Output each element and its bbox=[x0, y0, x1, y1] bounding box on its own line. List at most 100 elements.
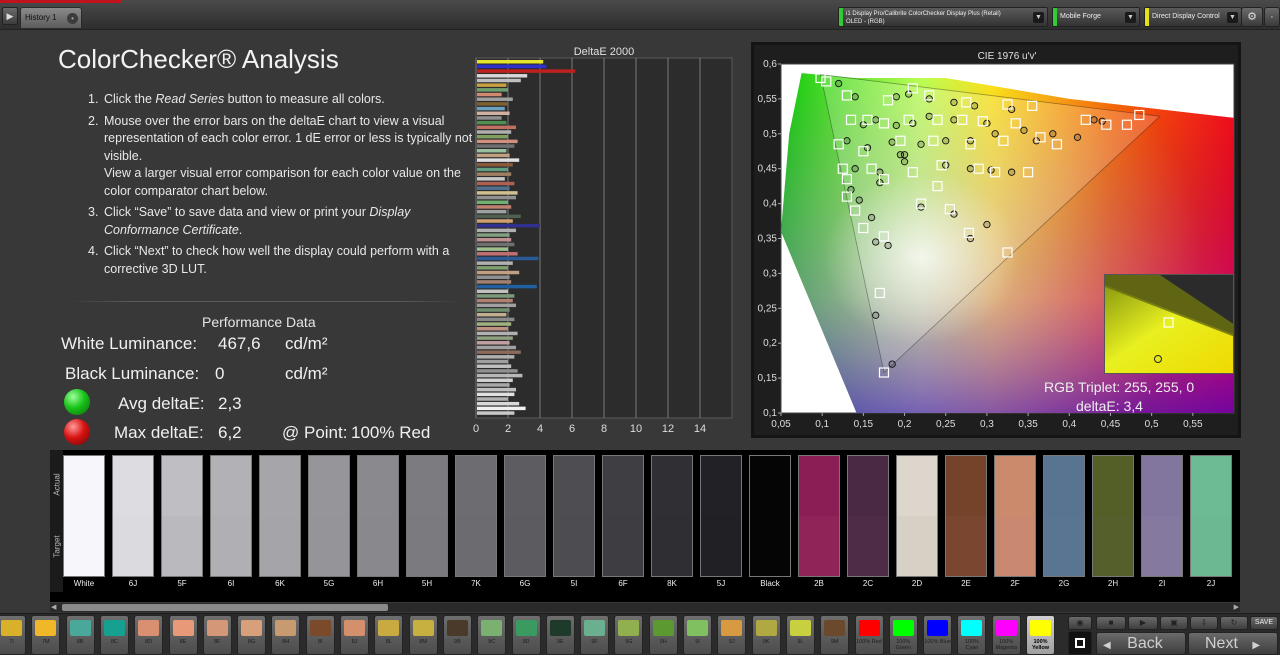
comparator-swatch[interactable] bbox=[896, 455, 938, 577]
deltae-bar[interactable] bbox=[477, 298, 513, 303]
deltae-bar[interactable] bbox=[477, 125, 516, 130]
patch-button[interactable]: 8L bbox=[374, 615, 404, 655]
deltae-bar[interactable] bbox=[477, 397, 508, 401]
deltae-bar[interactable] bbox=[477, 350, 521, 354]
patch-button[interactable]: 9I bbox=[683, 615, 712, 655]
deltae-bar[interactable] bbox=[477, 345, 516, 350]
deltae-bar[interactable] bbox=[477, 97, 513, 101]
scrollbar-thumb[interactable] bbox=[62, 604, 388, 611]
deltae-bar[interactable] bbox=[477, 219, 513, 223]
deltae-bar[interactable] bbox=[477, 92, 502, 97]
deltae-bar[interactable] bbox=[477, 247, 508, 251]
deltae-bar[interactable] bbox=[477, 60, 544, 64]
patch-button[interactable]: 9K bbox=[751, 615, 781, 655]
deltae-bar[interactable] bbox=[477, 205, 512, 209]
deltae-bar[interactable] bbox=[477, 322, 512, 326]
comparator-swatch[interactable] bbox=[553, 455, 595, 577]
deltae-bar[interactable] bbox=[477, 312, 507, 317]
deltae-bar[interactable] bbox=[477, 401, 520, 406]
scroll-left-icon[interactable]: ◀ bbox=[51, 603, 56, 611]
deltae-bar[interactable] bbox=[477, 331, 518, 336]
deltae-bar[interactable] bbox=[477, 177, 505, 181]
deltae-bar[interactable] bbox=[477, 270, 520, 275]
comparator-swatch[interactable] bbox=[259, 455, 301, 577]
patch-button[interactable]: 9J bbox=[717, 615, 747, 655]
deltae-bar[interactable] bbox=[477, 336, 513, 340]
deltae-bar[interactable] bbox=[477, 78, 521, 83]
deltae-bar[interactable] bbox=[477, 181, 515, 186]
patch-button[interactable]: 9F bbox=[580, 615, 610, 655]
play-icon[interactable]: ▶ bbox=[2, 7, 18, 25]
patch-button[interactable]: 8B bbox=[65, 615, 95, 655]
deltae-bar[interactable] bbox=[477, 359, 508, 364]
deltae-bar[interactable] bbox=[477, 186, 510, 190]
deltae-bar[interactable] bbox=[477, 406, 526, 411]
patch-button[interactable]: 100% Cyan bbox=[957, 615, 987, 655]
patch-button[interactable]: 100% Green bbox=[888, 615, 918, 655]
patch-button[interactable]: 8D bbox=[134, 615, 164, 655]
deltae-bar[interactable] bbox=[477, 149, 507, 153]
patch-button[interactable]: 100% Magenta bbox=[991, 615, 1021, 655]
comparator-swatch[interactable] bbox=[161, 455, 203, 577]
deltae-bar[interactable] bbox=[477, 387, 516, 392]
patch-button[interactable]: 100% Blue bbox=[923, 615, 953, 655]
stop-square-icon[interactable]: ■ bbox=[1096, 616, 1126, 630]
deltae-bar[interactable] bbox=[477, 303, 516, 308]
comparator-swatch[interactable] bbox=[210, 455, 252, 577]
deltae-bar[interactable] bbox=[477, 327, 508, 331]
deltae-bar[interactable] bbox=[477, 116, 502, 120]
close-icon[interactable]: • bbox=[67, 13, 78, 24]
patch-button[interactable]: 8I bbox=[305, 615, 335, 655]
back-button[interactable]: ◀ Back bbox=[1096, 632, 1186, 655]
comparator-swatch[interactable] bbox=[700, 455, 742, 577]
comparator-swatch[interactable] bbox=[1043, 455, 1085, 577]
deltae-bar[interactable] bbox=[477, 238, 512, 242]
deltae-bar[interactable] bbox=[477, 242, 515, 247]
patch-button[interactable]: 9D bbox=[511, 615, 541, 655]
deltae-bar[interactable] bbox=[477, 294, 515, 298]
comparator-swatch[interactable] bbox=[63, 455, 105, 577]
comparator-swatch[interactable] bbox=[112, 455, 154, 577]
deltae-bar[interactable] bbox=[477, 266, 508, 270]
deltae-bar[interactable] bbox=[477, 83, 507, 87]
comparator-scrollbar[interactable]: ◀ ▶ bbox=[50, 603, 1240, 612]
source-dropdown[interactable]: Mobile Forge ▼ bbox=[1052, 7, 1140, 27]
patch-button[interactable]: 9L bbox=[785, 615, 815, 655]
patch-button[interactable]: 7M bbox=[31, 615, 61, 655]
patch-button[interactable]: 7I bbox=[0, 615, 26, 655]
patch-button[interactable]: 8J bbox=[340, 615, 369, 655]
deltae-bar[interactable] bbox=[477, 317, 515, 322]
patch-button[interactable]: 9C bbox=[477, 615, 507, 655]
comparator-swatch[interactable] bbox=[1141, 455, 1183, 577]
patch-button[interactable]: 8H bbox=[271, 615, 301, 655]
comparator-swatch[interactable] bbox=[602, 455, 644, 577]
deltae-bar[interactable] bbox=[477, 392, 515, 397]
deltae-bar[interactable] bbox=[477, 284, 537, 289]
deltae-bar[interactable] bbox=[477, 144, 515, 148]
deltae-bar[interactable] bbox=[477, 74, 528, 78]
deltae-bar[interactable] bbox=[477, 364, 512, 368]
deltae-bar[interactable] bbox=[477, 139, 518, 144]
export-icon[interactable]: ⇩ bbox=[1190, 616, 1218, 630]
deltae-bar[interactable] bbox=[477, 355, 515, 359]
deltae-bar[interactable] bbox=[477, 195, 516, 200]
deltae-bar[interactable] bbox=[477, 252, 518, 256]
comparator-swatch[interactable] bbox=[504, 455, 546, 577]
refresh-icon[interactable]: ↻ bbox=[1220, 616, 1248, 630]
patch-button[interactable]: 8C bbox=[99, 615, 129, 655]
deltae-bar[interactable] bbox=[477, 130, 512, 134]
deltae-bar[interactable] bbox=[477, 69, 576, 73]
patch-button[interactable]: 9G bbox=[614, 615, 644, 655]
deltae-bar[interactable] bbox=[477, 172, 512, 176]
save-disk-icon[interactable]: ▣ bbox=[1160, 616, 1188, 630]
next-button[interactable]: Next ▶ bbox=[1188, 632, 1278, 655]
deltae-bar[interactable] bbox=[477, 163, 513, 167]
toolbar-menu-icon[interactable]: · bbox=[1264, 7, 1280, 27]
deltae-bar[interactable] bbox=[477, 261, 513, 265]
deltae-bar[interactable] bbox=[477, 214, 521, 219]
play-icon[interactable]: ▶ bbox=[1128, 616, 1158, 630]
comparator-swatch[interactable] bbox=[357, 455, 399, 577]
comparator-swatch[interactable] bbox=[651, 455, 693, 577]
deltae-bar[interactable] bbox=[477, 233, 510, 237]
deltae-bar[interactable] bbox=[477, 88, 508, 92]
